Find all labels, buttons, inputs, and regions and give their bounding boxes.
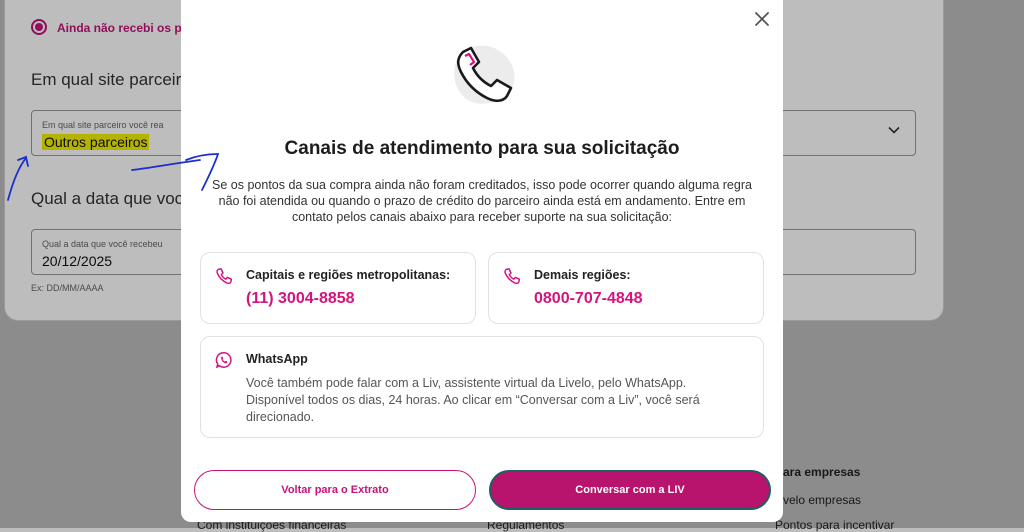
contact-card-whatsapp: WhatsApp Você também pode falar com a Li… [200, 336, 764, 438]
phone-number-other-regions[interactable]: 0800-707-4848 [534, 290, 643, 308]
modal-title: Canais de atendimento para sua solicitaç… [284, 138, 680, 159]
whatsapp-title: WhatsApp [246, 352, 308, 366]
chat-with-liv-button[interactable]: Conversar com a LIV [489, 470, 771, 510]
contact-title-other-regions: Demais regiões: [534, 268, 631, 282]
contact-title-capitals: Capitais e regiões metropolitanas: [246, 268, 451, 282]
phone-number-capitals[interactable]: (11) 3004-8858 [246, 290, 355, 308]
phone-icon [504, 268, 521, 285]
whatsapp-icon [215, 352, 232, 368]
contact-card-other-regions: Demais regiões: 0800-707-4848 [488, 252, 764, 324]
support-channels-modal: Canais de atendimento para sua solicitaç… [181, 0, 783, 522]
back-to-statement-button[interactable]: Voltar para o Extrato [194, 470, 476, 510]
contact-card-capitals: Capitais e regiões metropolitanas: (11) … [200, 252, 476, 324]
whatsapp-description: Você também pode falar com a Liv, assist… [246, 376, 700, 424]
modal-description: Se os pontos da sua compra ainda não for… [212, 178, 752, 224]
phone-icon [454, 45, 515, 104]
close-icon[interactable] [751, 8, 773, 30]
phone-icon [216, 268, 233, 285]
